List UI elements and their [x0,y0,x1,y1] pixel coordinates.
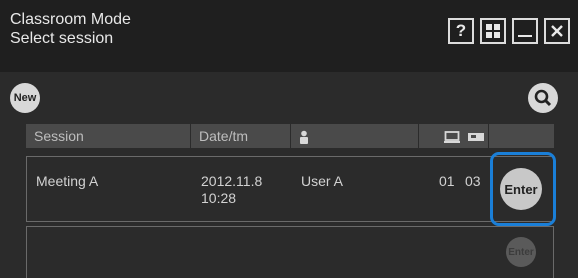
minimize-button[interactable] [512,18,538,44]
table-row-empty: Enter [26,226,554,278]
enter-button-disabled: Enter [506,237,536,267]
page-subtitle: Select session [10,30,114,47]
computer-icon [444,131,461,144]
person-icon [300,130,308,145]
classroom-mode-window: Classroom Mode Select session ? New Sess… [0,0,578,278]
close-icon [551,25,563,37]
table-header: Session Date/tm [26,124,554,148]
new-session-button[interactable]: New [10,83,40,113]
column-header-action [489,124,554,148]
session-date-day: 2012.11.8 [201,173,263,189]
help-button[interactable]: ? [448,18,474,44]
column-header-devices[interactable] [419,124,489,148]
projector-count: 03 [465,173,481,189]
session-user: User A [301,173,344,189]
title-bar: Classroom Mode Select session ? [0,0,578,72]
title-block: Classroom Mode Select session [10,10,131,48]
close-button[interactable] [544,18,570,44]
new-label: New [13,92,37,104]
minimize-icon [518,35,532,37]
column-header-date[interactable]: Date/tm [191,124,291,148]
tile-view-button[interactable] [480,18,506,44]
session-date: 2012.11.8 10:28 [201,173,262,207]
search-button[interactable] [528,83,558,113]
help-label: ? [455,21,467,40]
session-name: Meeting A [36,173,99,189]
table-row[interactable]: Meeting A 2012.11.8 10:28 User A 01 03 E… [26,156,554,222]
toolbar: New [0,72,578,124]
projector-icon [468,133,484,142]
computer-count: 01 [439,173,455,189]
column-header-session[interactable]: Session [26,124,191,148]
column-header-user[interactable] [291,124,419,148]
session-date-time: 10:28 [201,190,237,206]
window-controls: ? [448,18,570,44]
enter-button-highlight [490,152,556,226]
grid-icon [486,24,500,38]
app-title: Classroom Mode [10,11,131,28]
enter-disabled-label: Enter [508,246,534,258]
search-icon [534,89,552,107]
